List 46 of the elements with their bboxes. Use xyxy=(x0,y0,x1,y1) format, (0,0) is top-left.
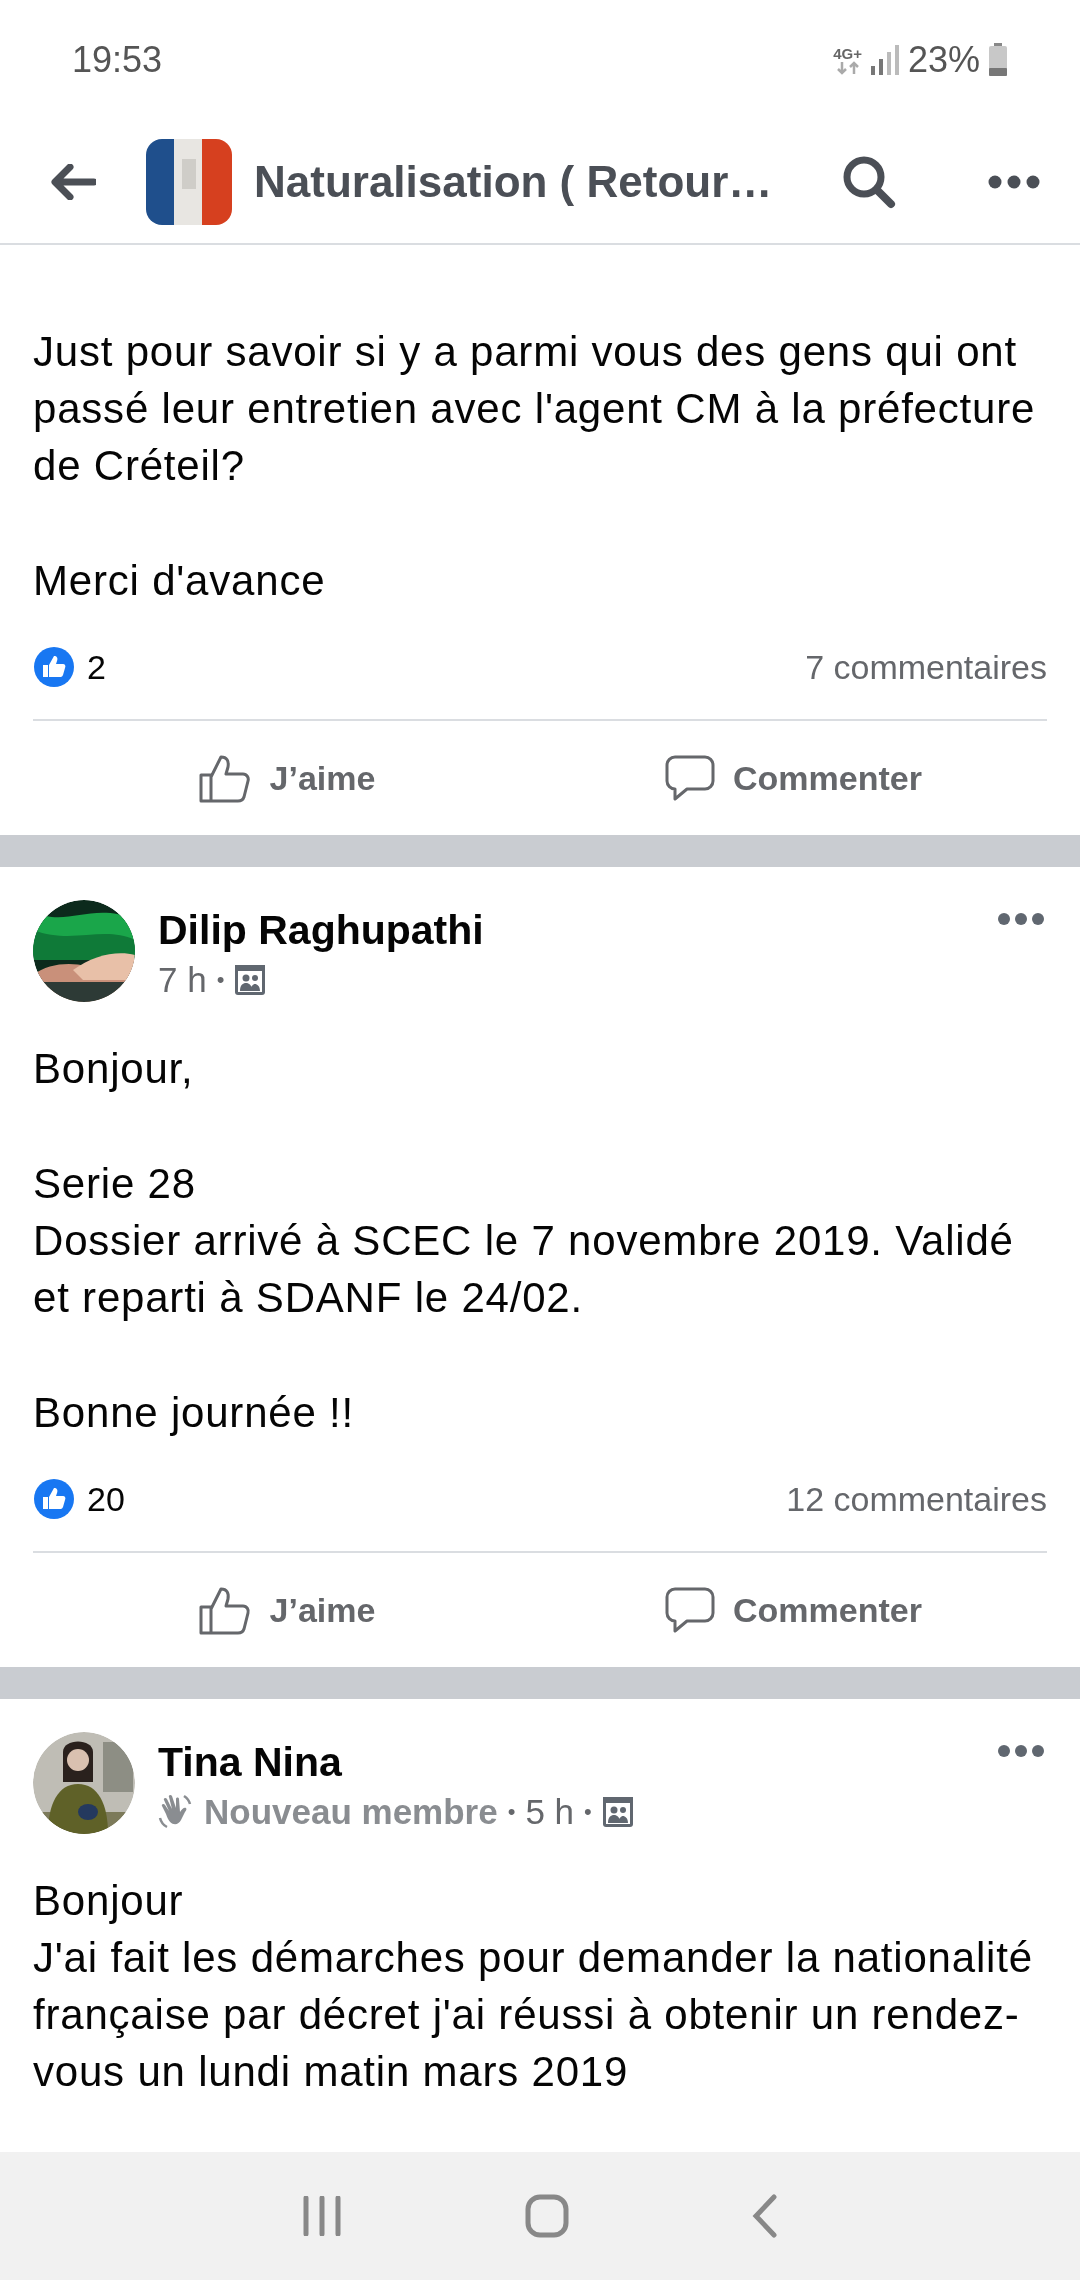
thumbs-up-icon xyxy=(197,753,252,803)
author-name[interactable]: Dilip Raghupathi xyxy=(158,904,974,956)
post-text: Dossier arrivé à SCEC le 7 novembre 2019. Validé et reparti à SDANF le 24/02. xyxy=(33,1216,1015,1323)
back-icon[interactable] xyxy=(50,163,96,200)
like-button[interactable]: J’aime xyxy=(269,758,376,798)
member-badge-text: Nouveau membre xyxy=(204,1792,498,1832)
more-icon[interactable] xyxy=(988,174,1040,189)
signal-icon xyxy=(869,44,900,76)
like-count[interactable]: 2 xyxy=(87,647,106,687)
timestamp[interactable]: 5 h xyxy=(525,1792,575,1832)
clock-text: 19:53 xyxy=(72,39,163,81)
battery-icon xyxy=(988,43,1008,77)
waving-hand-icon xyxy=(158,1794,194,1830)
comment-count[interactable]: 12 commentaires xyxy=(786,1479,1047,1519)
group-title: Naturalisation ( Retour… xyxy=(254,156,773,207)
like-count[interactable]: 20 xyxy=(87,1479,125,1519)
comment-button[interactable]: Commenter xyxy=(733,758,922,798)
post-text: Bonne journée !! xyxy=(33,1388,356,1438)
group-icon xyxy=(601,1796,634,1828)
timestamp[interactable]: 7 h xyxy=(158,960,207,1000)
like-button[interactable]: J’aime xyxy=(269,1590,376,1630)
comment-icon xyxy=(665,1586,716,1634)
home-icon[interactable] xyxy=(525,2194,569,2238)
author-name[interactable]: Tina Nina xyxy=(158,1736,974,1788)
post-text: Bonjour xyxy=(33,1876,185,1926)
post-text: J'ai fait les démarches pour demander la nationalité française par décret j'ai réussi à obtenir un rendez-vous un lundi matin mars 2019 xyxy=(33,1933,1034,2097)
comment-icon xyxy=(665,754,716,802)
post-text: Bonjour, xyxy=(33,1044,195,1094)
group-icon xyxy=(234,964,267,996)
battery-percent-text: 23% xyxy=(907,39,980,81)
search-icon[interactable] xyxy=(842,154,896,209)
post-text: Just pour savoir si y a parmi vous des gens qui ont passé leur entretien avec l'agent CM à la préfecture de Créteil? xyxy=(33,327,1037,491)
separator-dot: • xyxy=(507,1799,516,1825)
recent-apps-icon[interactable] xyxy=(301,2196,342,2236)
more-icon[interactable] xyxy=(997,912,1045,926)
network-type-text: 4G+ xyxy=(833,45,862,61)
separator-dot: • xyxy=(584,1799,592,1825)
like-icon xyxy=(33,1478,75,1520)
separator-dot: • xyxy=(216,967,225,993)
thumbs-up-icon xyxy=(197,1585,252,1635)
more-icon[interactable] xyxy=(997,1744,1045,1758)
comment-count[interactable]: 7 commentaires xyxy=(805,647,1047,687)
post-text: Merci d'avance xyxy=(33,556,327,606)
comment-button[interactable]: Commenter xyxy=(733,1590,922,1630)
like-icon xyxy=(33,646,75,688)
post-text: Serie 28 xyxy=(33,1159,197,1209)
